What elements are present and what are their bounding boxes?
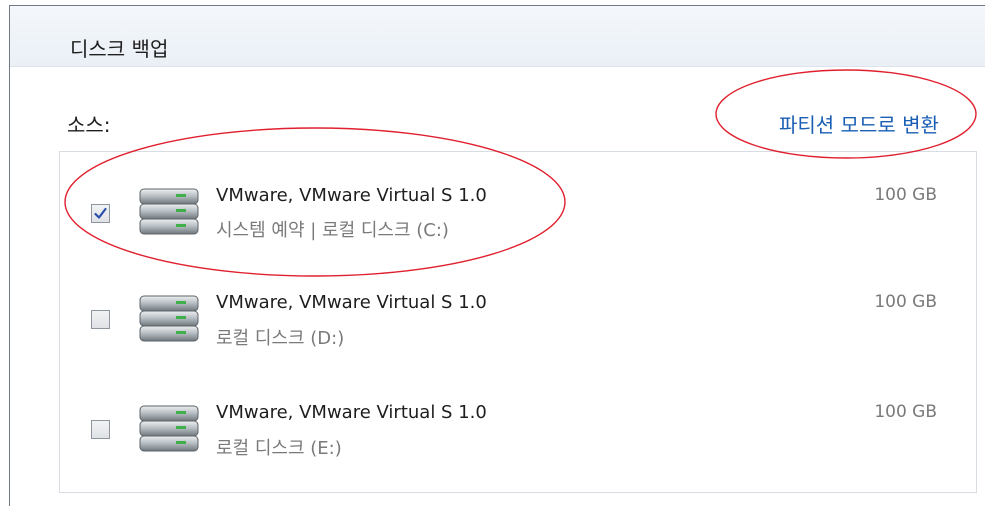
disk-1-size: 100 GB [874, 185, 937, 205]
disk-1-checkbox[interactable] [91, 204, 110, 223]
disk-3-size: 100 GB [874, 402, 937, 422]
checkmark-icon [94, 207, 107, 219]
switch-to-partition-mode-link[interactable]: 파티션 모드로 변환 [779, 109, 939, 138]
disk-row-2[interactable]: VMware, VMware Virtual S 1.0 로컬 디스크 (D:)… [60, 272, 976, 372]
backup-window: 디스크 백업 소스: 파티션 모드로 변환 VMware, VMware Vir… [9, 5, 985, 506]
disk-3-detail: 로컬 디스크 (E:) [216, 438, 342, 459]
disk-3-name: VMware, VMware Virtual S 1.0 [216, 402, 487, 423]
disk-2-checkbox[interactable] [91, 310, 110, 329]
disk-row-1[interactable]: VMware, VMware Virtual S 1.0 시스템 예약 | 로컬… [60, 152, 976, 252]
title-bar: 디스크 백업 [10, 6, 985, 67]
source-label: 소스: [67, 113, 111, 137]
hard-disk-icon [139, 405, 199, 452]
disk-2-size: 100 GB [874, 292, 937, 312]
disk-2-detail: 로컬 디스크 (D:) [216, 328, 345, 349]
hard-disk-icon [139, 188, 199, 235]
hard-disk-icon [139, 295, 199, 342]
disk-1-detail: 시스템 예약 | 로컬 디스크 (C:) [216, 220, 449, 241]
dialog-title: 디스크 백업 [70, 37, 169, 61]
disk-row-3[interactable]: VMware, VMware Virtual S 1.0 로컬 디스크 (E:)… [60, 382, 976, 482]
disk-2-name: VMware, VMware Virtual S 1.0 [216, 292, 487, 313]
disk-3-checkbox[interactable] [91, 420, 110, 439]
disk-list: VMware, VMware Virtual S 1.0 시스템 예약 | 로컬… [59, 151, 977, 493]
disk-1-name: VMware, VMware Virtual S 1.0 [216, 185, 487, 206]
